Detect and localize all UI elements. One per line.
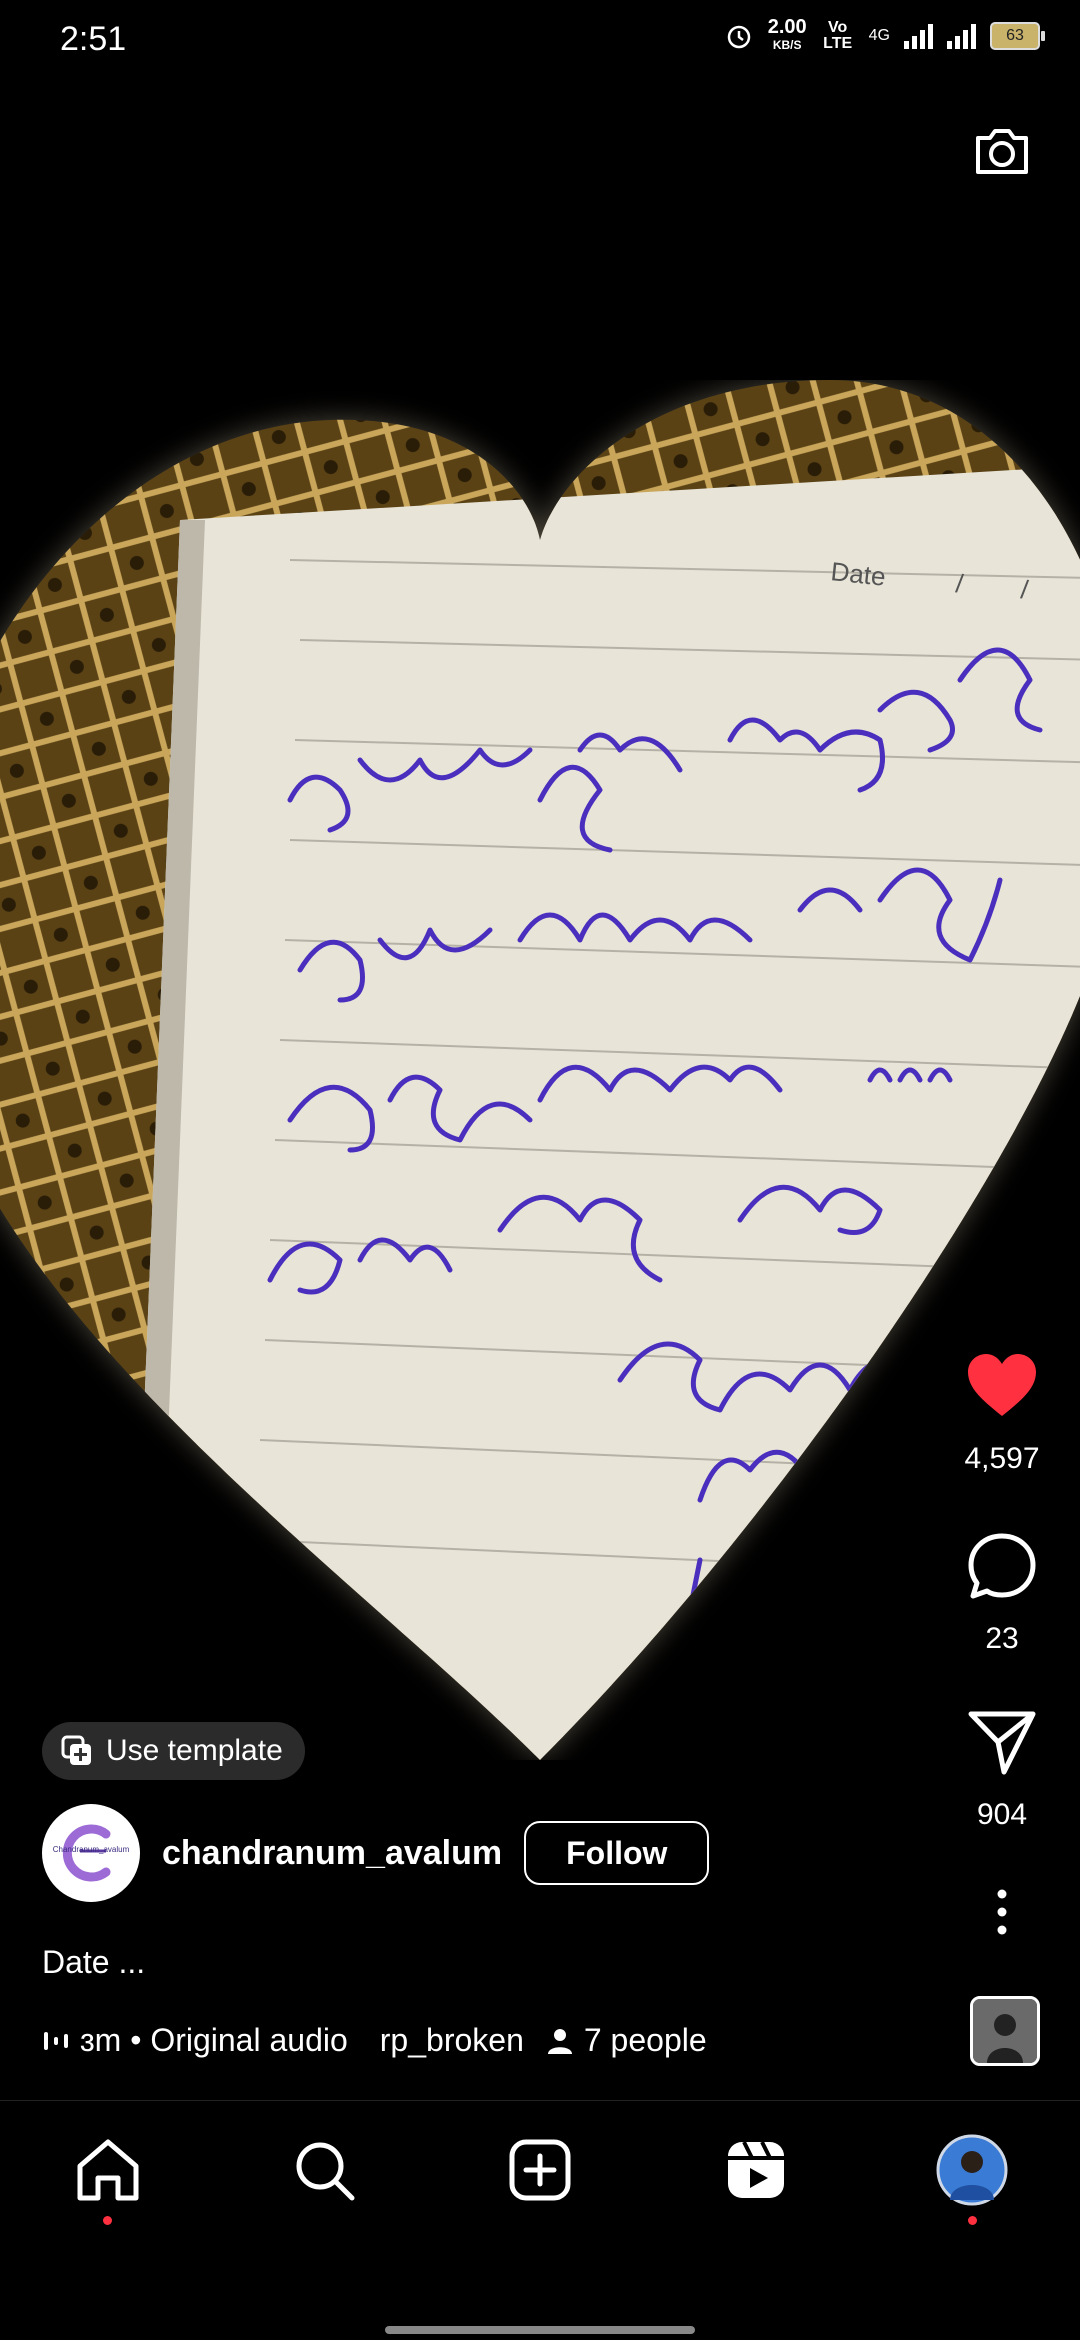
share-icon[interactable] bbox=[966, 1706, 1038, 1778]
status-bar: 2:51 2.00 KB/S Vo LTE 4G 63 bbox=[0, 0, 1080, 80]
share-action[interactable]: 904 bbox=[950, 1706, 1054, 1832]
status-icons: 2.00 KB/S Vo LTE 4G 63 bbox=[724, 16, 1045, 54]
use-template-button[interactable]: Use template bbox=[42, 1722, 305, 1780]
author-avatar[interactable]: Chandranum_avalum bbox=[42, 1804, 140, 1902]
alarm-icon bbox=[727, 25, 750, 49]
audio-label[interactable]: ɜm • Original audio bbox=[80, 2022, 348, 2059]
comment-icon[interactable] bbox=[966, 1530, 1038, 1602]
signal-icon-2 bbox=[947, 23, 976, 49]
comment-count: 23 bbox=[985, 1622, 1019, 1655]
reels-icon[interactable] bbox=[716, 2130, 796, 2210]
nav-search[interactable] bbox=[284, 2130, 364, 2210]
volte-indicator: Vo LTE bbox=[823, 19, 853, 52]
home-indicator[interactable] bbox=[385, 2326, 695, 2334]
audio-wave-icon bbox=[44, 2031, 68, 2050]
svg-text:Chandranum_avalum: Chandranum_avalum bbox=[53, 1845, 130, 1854]
home-icon[interactable] bbox=[68, 2130, 148, 2210]
camera-icon[interactable] bbox=[970, 118, 1034, 182]
tagged-people[interactable]: 7 people bbox=[546, 2022, 707, 2059]
like-action[interactable]: 4,597 bbox=[950, 1352, 1054, 1476]
use-template-label: Use template bbox=[106, 1734, 283, 1767]
reel-video[interactable]: Date / / bbox=[0, 380, 1080, 1760]
nav-home[interactable] bbox=[68, 2130, 148, 2225]
nav-profile[interactable] bbox=[932, 2130, 1012, 2225]
author-username[interactable]: chandranum_avalum bbox=[162, 1834, 502, 1873]
heart-icon[interactable] bbox=[966, 1352, 1038, 1418]
battery-icon: 63 bbox=[990, 22, 1045, 50]
nav-create[interactable] bbox=[500, 2130, 580, 2210]
nav-divider bbox=[0, 2100, 1080, 2101]
follow-button[interactable]: Follow bbox=[524, 1821, 710, 1885]
like-count: 4,597 bbox=[964, 1442, 1040, 1475]
network-gen: 4G bbox=[868, 27, 890, 44]
svg-text:Date: Date bbox=[829, 556, 887, 592]
post-meta: ɜm • Original audio rp_broken 7 people bbox=[42, 2022, 942, 2059]
home-notification-dot bbox=[103, 2216, 112, 2225]
post-caption[interactable]: Date ... bbox=[42, 1944, 145, 1981]
network-speed: 2.00 KB/S bbox=[767, 16, 807, 52]
share-count: 904 bbox=[976, 1798, 1028, 1831]
audio-thumbnail[interactable] bbox=[970, 1996, 1040, 2066]
tagged-user[interactable]: rp_broken bbox=[380, 2022, 524, 2059]
comment-action[interactable]: 23 bbox=[950, 1530, 1054, 1656]
template-icon bbox=[61, 1735, 91, 1765]
signal-icon-1 bbox=[904, 23, 933, 49]
more-icon[interactable] bbox=[986, 1888, 1018, 1936]
status-time: 2:51 bbox=[60, 20, 127, 58]
nav-reels[interactable] bbox=[716, 2130, 796, 2210]
profile-avatar[interactable] bbox=[932, 2130, 1012, 2210]
author-row: Chandranum_avalum chandranum_avalum Foll… bbox=[42, 1804, 710, 1902]
people-count: 7 people bbox=[583, 2022, 707, 2058]
create-icon[interactable] bbox=[500, 2130, 580, 2210]
search-icon[interactable] bbox=[284, 2130, 364, 2210]
person-icon bbox=[547, 2028, 572, 2054]
profile-notification-dot bbox=[968, 2216, 977, 2225]
bottom-nav bbox=[0, 2120, 1080, 2225]
